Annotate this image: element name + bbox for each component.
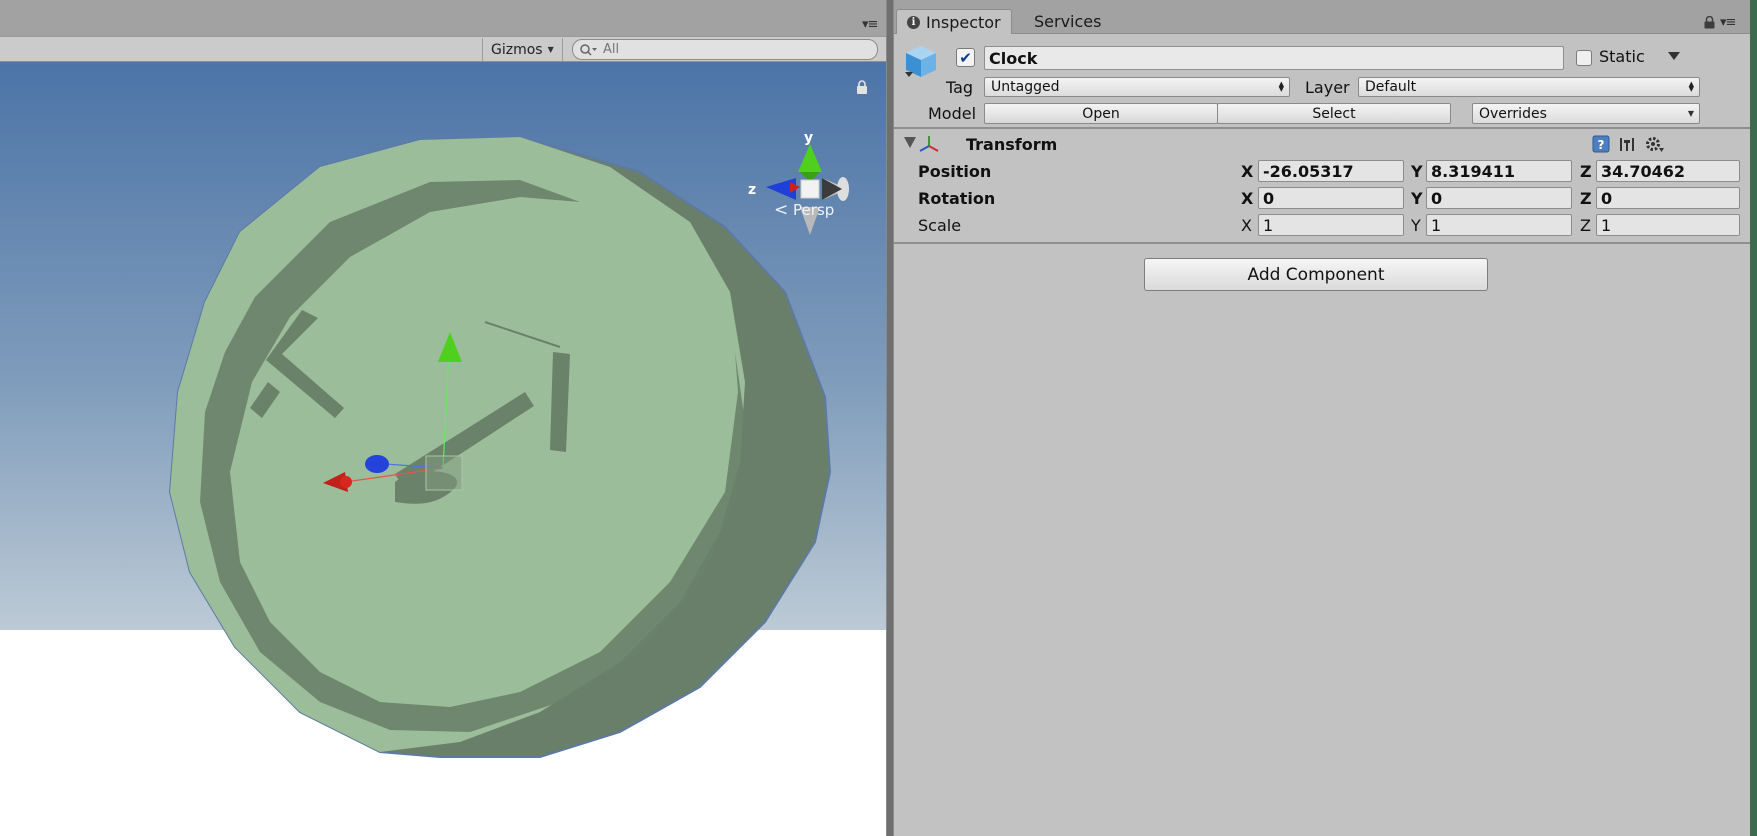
gizmo-plane-handle[interactable]: [425, 455, 463, 491]
tab-services[interactable]: Services: [1024, 9, 1111, 34]
scale-z-axis-label[interactable]: Z: [1580, 216, 1594, 235]
rotation-label: Rotation: [918, 189, 996, 208]
tag-dropdown[interactable]: Untagged ▲ ▼: [984, 77, 1290, 97]
position-label: Position: [918, 162, 992, 181]
active-checkbox[interactable]: ✔: [956, 48, 975, 67]
panel-splitter[interactable]: [886, 0, 894, 836]
open-button[interactable]: Open: [984, 103, 1218, 124]
position-z-axis-label[interactable]: Z: [1580, 162, 1594, 181]
tag-value: Untagged: [991, 79, 1060, 95]
projection-toggle[interactable]: < Persp: [774, 200, 834, 220]
model-label: Model: [928, 104, 977, 123]
chevron-down-icon: ▼: [547, 45, 554, 54]
tab-services-label: Services: [1034, 12, 1102, 31]
orient-z-label: z: [748, 182, 756, 198]
position-x-field[interactable]: [1258, 160, 1404, 182]
transform-title: Transform: [966, 135, 1058, 154]
scene-viewport[interactable]: y z < Persp: [0, 62, 886, 836]
svg-text:?: ?: [1598, 138, 1605, 152]
open-button-label: Open: [1082, 105, 1120, 122]
help-icon[interactable]: ?: [1592, 135, 1610, 153]
projection-label: Persp: [793, 201, 835, 219]
scale-y-field[interactable]: [1426, 214, 1572, 236]
orient-y-label: y: [804, 130, 813, 146]
scene-search[interactable]: [572, 39, 878, 60]
lock-icon[interactable]: [1704, 16, 1715, 29]
transform-header[interactable]: Transform ?: [894, 129, 1750, 159]
scale-y-axis-label[interactable]: Y: [1411, 216, 1425, 235]
rotation-z-field[interactable]: [1596, 187, 1740, 209]
overrides-label: Overrides: [1479, 105, 1547, 122]
scene-tab-strip: ▾≡: [0, 0, 886, 36]
rotation-x-axis-label[interactable]: X: [1241, 189, 1255, 208]
gizmo-x-cap: [340, 476, 352, 488]
scale-z-field[interactable]: [1596, 214, 1740, 236]
gizmo-z-handle[interactable]: [365, 455, 389, 473]
scene-render[interactable]: y z: [0, 62, 886, 836]
gameobject-cube-icon: [905, 46, 936, 77]
chevron-down-icon[interactable]: [1668, 52, 1680, 60]
select-button[interactable]: Select: [1217, 103, 1451, 124]
gizmos-dropdown[interactable]: Gizmos ▼: [482, 38, 563, 61]
updown-arrows-icon: ▲ ▼: [1688, 80, 1694, 93]
position-z-field[interactable]: [1596, 160, 1740, 182]
select-button-label: Select: [1312, 105, 1356, 122]
scale-x-field[interactable]: [1258, 214, 1404, 236]
persp-chevron-icon: <: [774, 200, 789, 220]
rotation-y-axis-label[interactable]: Y: [1411, 189, 1425, 208]
position-y-field[interactable]: [1426, 160, 1572, 182]
lock-icon[interactable]: [856, 80, 868, 94]
rotation-z-axis-label[interactable]: Z: [1580, 189, 1594, 208]
tag-label: Tag: [946, 78, 974, 97]
transform-axes-icon: [919, 136, 939, 152]
position-x-axis-label[interactable]: X: [1241, 162, 1255, 181]
pane-menu-icon[interactable]: ▾≡: [862, 17, 878, 32]
static-checkbox[interactable]: [1576, 50, 1592, 66]
add-component-label: Add Component: [1247, 264, 1385, 285]
scale-label: Scale: [918, 216, 962, 235]
rotation-y-field[interactable]: [1426, 187, 1572, 209]
fold-arrow-icon[interactable]: [904, 137, 916, 148]
orient-center-cube[interactable]: [800, 179, 820, 199]
inspector-panel: i Inspector Services ▾≡ ✔ Static Tag Unt…: [894, 0, 1750, 836]
add-component-button[interactable]: Add Component: [1144, 258, 1488, 291]
static-label: Static: [1599, 47, 1645, 66]
updown-arrows-icon: ▲ ▼: [1278, 80, 1284, 93]
layer-value: Default: [1365, 79, 1417, 95]
position-y-axis-label[interactable]: Y: [1411, 162, 1425, 181]
preset-sliders-icon[interactable]: [1618, 136, 1636, 152]
scale-x-axis-label[interactable]: X: [1241, 216, 1255, 235]
info-icon: i: [907, 15, 920, 29]
layer-label: Layer: [1305, 78, 1350, 97]
rotation-x-field[interactable]: [1258, 187, 1404, 209]
layer-dropdown[interactable]: Default ▲ ▼: [1358, 77, 1700, 97]
overrides-dropdown[interactable]: Overrides ▼: [1472, 103, 1700, 124]
tab-inspector-label: Inspector: [926, 12, 1001, 32]
inspector-tabbar: i Inspector Services ▾≡: [894, 0, 1750, 34]
gear-icon[interactable]: [1644, 135, 1664, 153]
divider: [894, 242, 1750, 244]
gizmos-label: Gizmos: [491, 41, 543, 58]
pane-menu-icon[interactable]: ▾≡: [1720, 15, 1736, 30]
chevron-down-icon: ▼: [1687, 109, 1694, 118]
window-edge: [1750, 0, 1757, 836]
tab-inspector[interactable]: i Inspector: [896, 9, 1012, 34]
search-icon: [580, 43, 597, 56]
scene-view[interactable]: ▾≡ Gizmos ▼ All y z < Persp: [0, 0, 886, 836]
search-input[interactable]: [603, 42, 863, 57]
gameobject-name-field[interactable]: [984, 46, 1564, 70]
scene-toolbar: Gizmos ▼: [0, 36, 886, 62]
